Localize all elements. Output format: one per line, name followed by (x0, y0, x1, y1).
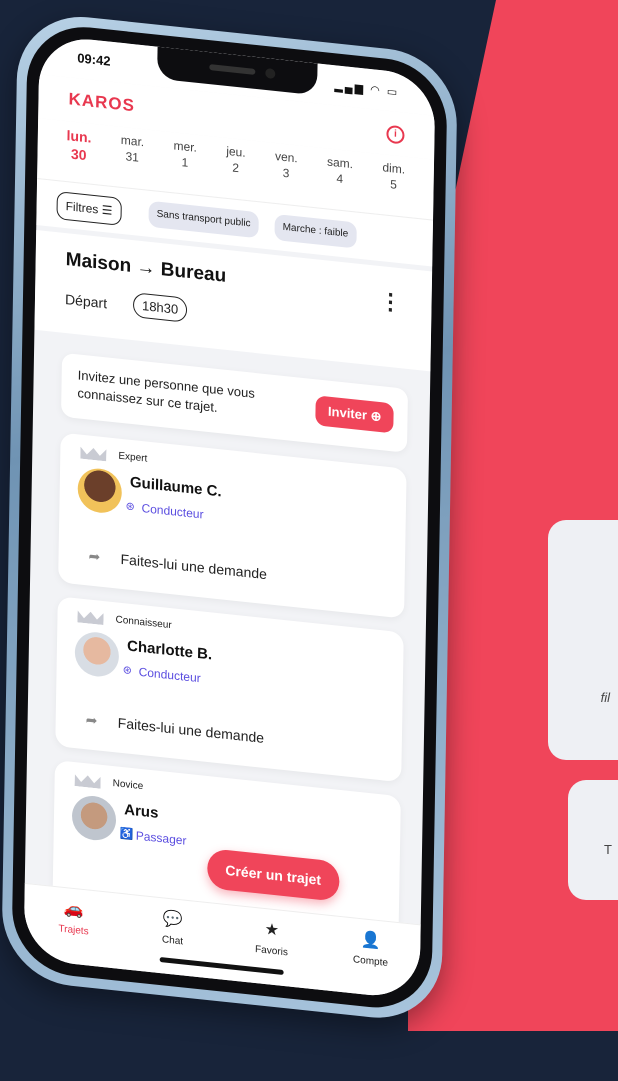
day-2[interactable]: mer. 1 (173, 132, 197, 194)
camera (265, 67, 276, 80)
depart-time[interactable]: 18h30 (132, 292, 188, 323)
day-0[interactable]: lun. 30 (66, 121, 92, 184)
day-num: 3 (282, 165, 290, 181)
day-label: mar. (120, 132, 145, 150)
driver-role: Conducteur (141, 501, 204, 522)
day-num: 4 (336, 171, 344, 187)
avatar (71, 793, 117, 843)
filter-chip-transport[interactable]: Sans transport public (148, 200, 259, 239)
depart-label: Départ (64, 290, 108, 312)
tab-label: Chat (161, 934, 184, 948)
invite-button[interactable]: Inviter ⊕ (315, 395, 394, 434)
driver-level: Connaisseur (115, 614, 172, 632)
tab-label: Favoris (254, 944, 288, 959)
car-icon: 🚗 (63, 899, 84, 920)
speaker (209, 64, 256, 75)
tab-trajets[interactable]: 🚗 Trajets (33, 885, 114, 969)
tab-label: Trajets (58, 923, 89, 938)
day-num: 30 (70, 145, 87, 164)
day-label: jeu. (226, 143, 246, 160)
arrow-icon: ➦ (88, 547, 101, 565)
star-icon: ★ (264, 921, 280, 940)
day-num: 5 (390, 177, 397, 192)
driver-level: Expert (118, 450, 148, 465)
day-num: 1 (181, 155, 189, 170)
day-label: ven. (274, 149, 298, 166)
steering-wheel-icon: ⊛ (122, 664, 132, 678)
user-icon: 👤 (360, 931, 381, 951)
passenger-level: Novice (112, 778, 144, 793)
avatar (77, 466, 123, 515)
avatar (74, 630, 120, 679)
driver-card[interactable]: Expert Guillaume C. ⊛ Conducteur ➦ Faite… (58, 432, 407, 619)
day-4[interactable]: ven. 3 (274, 143, 298, 205)
trip-title: Maison → Bureau (65, 249, 227, 287)
steering-wheel-icon: ⊛ (125, 500, 135, 514)
day-1[interactable]: mar. 31 (120, 127, 145, 189)
phone-screen: 09:42 ▂▄▆ ◠ ▭ KAROS i lun. 30 mar. 31 mer.… (23, 34, 436, 1001)
request-link[interactable]: Faites-lui une demande (120, 551, 267, 582)
crown-icon (80, 447, 106, 462)
day-label: dim. (382, 160, 406, 177)
system-icons: ▂▄▆ ◠ ▭ (334, 80, 400, 100)
phone: 09:42 ▂▄▆ ◠ ▭ KAROS i lun. 30 mar. 31 mer.… (0, 10, 618, 1081)
day-label: mer. (173, 138, 198, 155)
request-link[interactable]: Faites-lui une demande (118, 715, 265, 746)
crown-icon (75, 774, 101, 789)
tab-label: Compte (352, 954, 389, 969)
chat-icon: 💬 (162, 910, 183, 930)
day-num: 2 (232, 160, 240, 176)
more-options-icon[interactable]: ⋮ (379, 288, 401, 316)
day-5[interactable]: sam. 4 (326, 148, 353, 211)
driver-role: Conducteur (138, 664, 201, 686)
driver-name: Guillaume C. (129, 473, 222, 501)
crown-icon (77, 610, 103, 625)
passenger-name: Arus (124, 801, 159, 822)
day-3[interactable]: jeu. 2 (225, 138, 246, 200)
tab-chat[interactable]: 💬 Chat (132, 895, 213, 979)
status-time: 09:42 (77, 50, 111, 69)
day-label: lun. (66, 127, 92, 146)
tab-compte[interactable]: 👤 Compte (330, 916, 411, 1000)
brand-logo: KAROS (68, 89, 136, 116)
arrow-icon: ➦ (85, 711, 98, 729)
filter-chip-walk[interactable]: Marche : faible (274, 213, 357, 249)
driver-card[interactable]: Connaisseur Charlotte B. ⊛ Conducteur ➦ … (55, 596, 404, 783)
passenger-role: Passager (135, 828, 187, 848)
driver-name: Charlotte B. (126, 637, 213, 664)
seat-icon: ♿ (119, 827, 134, 842)
tab-favoris[interactable]: ★ Favoris (231, 906, 312, 990)
invite-text: Invitez une personne que vous connaissez… (77, 367, 255, 415)
day-label: sam. (326, 154, 354, 172)
filters-button[interactable]: Filtres ☰ (56, 191, 122, 226)
background-text-2: T (604, 842, 612, 857)
info-icon[interactable]: i (386, 124, 405, 145)
day-6[interactable]: dim. 5 (382, 154, 406, 216)
day-num: 31 (125, 149, 140, 165)
